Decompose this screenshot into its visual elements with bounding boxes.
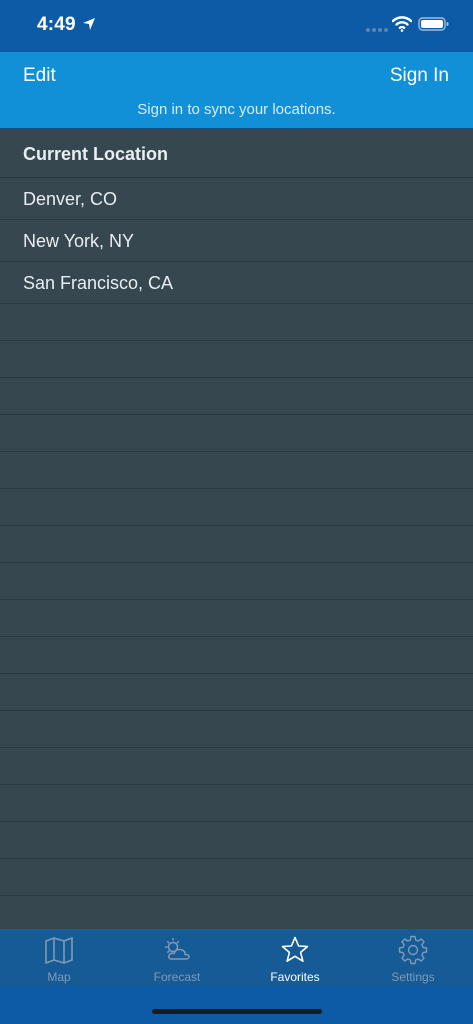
tab-forecast[interactable]: Forecast <box>118 929 236 986</box>
empty-row <box>0 711 473 748</box>
edit-button[interactable]: Edit <box>23 65 56 87</box>
empty-row <box>0 674 473 711</box>
empty-row <box>0 341 473 378</box>
empty-row <box>0 563 473 600</box>
empty-row <box>0 600 473 637</box>
tab-forecast-label: Forecast <box>153 970 201 984</box>
list-item[interactable]: San Francisco, CA <box>0 262 473 304</box>
tab-strip: Map Forecast Favorites Settings <box>0 929 473 986</box>
map-icon <box>45 937 73 964</box>
empty-row <box>0 822 473 859</box>
status-bar: 4:49 <box>0 0 473 52</box>
empty-row <box>0 489 473 526</box>
empty-row <box>0 304 473 341</box>
empty-row <box>0 748 473 785</box>
tab-favorites[interactable]: Favorites <box>236 929 354 986</box>
tab-map-label: Map <box>47 970 71 984</box>
current-location-label: Current Location <box>23 144 169 164</box>
battery-icon <box>418 17 449 31</box>
gear-icon <box>398 935 428 965</box>
list-item[interactable]: New York, NY <box>0 220 473 262</box>
location-arrow-icon <box>83 18 95 30</box>
forecast-icon <box>165 938 190 960</box>
empty-row <box>0 859 473 896</box>
sign-in-button[interactable]: Sign In <box>390 65 449 87</box>
empty-row <box>0 785 473 822</box>
wifi-icon <box>392 16 412 32</box>
empty-row <box>0 896 473 930</box>
tab-favorites-label: Favorites <box>270 970 320 984</box>
empty-row <box>0 452 473 489</box>
sign-in-prompt: Sign in to sync your locations. <box>137 101 336 118</box>
home-indicator[interactable] <box>152 1009 322 1014</box>
location-name: Denver, CO <box>23 189 118 209</box>
cellular-signal-icon <box>366 28 388 32</box>
header-bar: Edit Sign In Sign in to sync your locati… <box>0 52 473 130</box>
empty-row <box>0 526 473 563</box>
tab-bar: Map Forecast Favorites Settings <box>0 929 473 1024</box>
location-name: New York, NY <box>23 231 135 251</box>
status-time: 4:49 <box>37 14 76 35</box>
list-item[interactable]: Denver, CO <box>0 178 473 220</box>
empty-row <box>0 637 473 674</box>
tab-settings-label: Settings <box>391 970 435 984</box>
current-location-row[interactable]: Current Location <box>0 130 473 178</box>
tab-settings[interactable]: Settings <box>354 929 472 986</box>
empty-row <box>0 415 473 452</box>
star-icon <box>281 936 309 962</box>
empty-row <box>0 378 473 415</box>
location-name: San Francisco, CA <box>23 273 174 293</box>
locations-list: Current Location Denver, CO New York, NY… <box>0 130 473 930</box>
tab-map[interactable]: Map <box>0 929 118 986</box>
